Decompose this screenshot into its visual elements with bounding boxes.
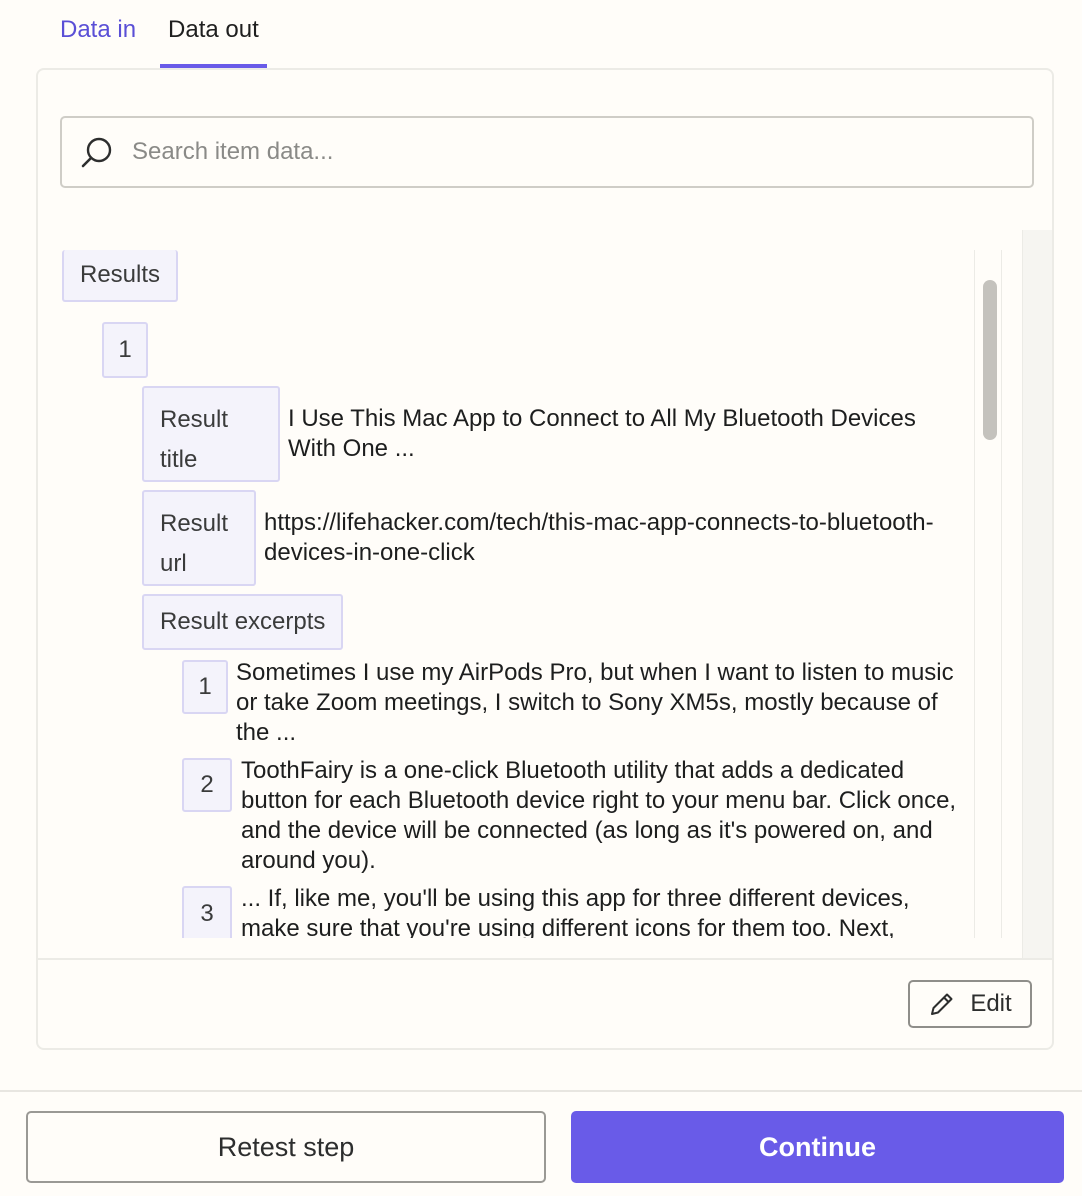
data-out-panel: Results 1 Result title I Use This Mac Ap…	[36, 68, 1054, 1050]
excerpt-1-text: Sometimes I use my AirPods Pro, but when…	[236, 659, 954, 746]
excerpt-3-text: ... If, like me, you'll be using this ap…	[241, 885, 910, 938]
result-excerpts-key[interactable]: Result excerpts	[142, 594, 344, 650]
panel-divider	[38, 958, 1052, 960]
footer-divider	[0, 1090, 1082, 1092]
scrollbar-thumb[interactable]	[983, 280, 997, 440]
search-input[interactable]	[132, 138, 992, 166]
result-url-key[interactable]: Result url	[142, 490, 256, 586]
tab-data-in[interactable]: Data in	[58, 0, 144, 68]
result-title-key[interactable]: Result title	[142, 386, 280, 482]
item-index-1[interactable]: 1	[102, 322, 148, 378]
continue-button[interactable]: Continue	[571, 1111, 1064, 1183]
result-url-value: https://lifehacker.com/tech/this-mac-app…	[264, 509, 934, 566]
tab-bar: Data in Data out	[58, 0, 285, 68]
right-gutter	[1022, 230, 1052, 958]
retest-step-button[interactable]: Retest step	[26, 1111, 546, 1183]
excerpt-index-1[interactable]: 1	[182, 660, 228, 714]
tab-data-out[interactable]: Data out	[160, 0, 267, 68]
search-icon	[81, 137, 112, 168]
edit-button[interactable]: Edit	[908, 980, 1032, 1028]
excerpt-index-3[interactable]: 3	[182, 886, 232, 938]
results-key[interactable]: Results	[62, 250, 179, 302]
excerpt-2-text: ToothFairy is a one-click Bluetooth util…	[241, 757, 957, 874]
scrollbar[interactable]	[974, 250, 1002, 938]
excerpt-index-2[interactable]: 2	[182, 758, 232, 812]
result-title-value: I Use This Mac App to Connect to All My …	[288, 405, 916, 462]
data-tree: Results 1 Result title I Use This Mac Ap…	[38, 250, 974, 938]
pencil-icon	[931, 993, 953, 1015]
search-box	[60, 116, 1034, 188]
edit-label: Edit	[970, 990, 1012, 1017]
